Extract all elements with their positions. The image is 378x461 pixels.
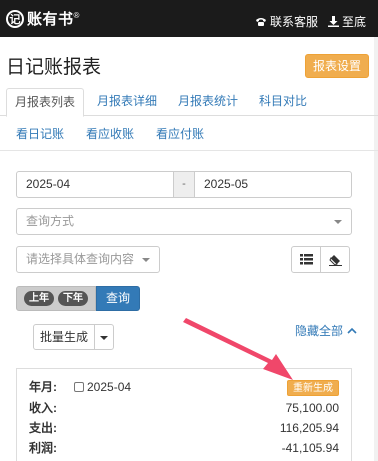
view-receivable-link[interactable]: 看应收账 — [86, 122, 134, 146]
tab-monthly-stats[interactable]: 月报表统计 — [170, 88, 246, 116]
select-month-checkbox[interactable] — [74, 382, 84, 392]
logo-mark-icon: 记 — [6, 9, 24, 28]
expense-label: 支出: — [29, 421, 57, 435]
income-label: 收入: — [29, 401, 57, 415]
chevron-down-icon — [334, 220, 342, 224]
tab-subject-compare[interactable]: 科目对比 — [251, 88, 315, 116]
profit-label: 利润: — [29, 441, 57, 455]
month-value: 2025-04 — [87, 380, 132, 394]
profit-row: 利润: -41,105.94 — [29, 440, 339, 457]
batch-generate-dropdown[interactable] — [94, 324, 114, 350]
year-switch-group: 上年 下年 — [16, 286, 96, 311]
query-detail-select[interactable]: 请选择具体查询内容 — [16, 246, 160, 273]
contact-support-link[interactable]: 联系客服 — [255, 13, 318, 30]
hide-all-label: 隐藏全部 — [295, 324, 344, 338]
income-value: 75,100.00 — [285, 401, 339, 415]
query-detail-placeholder: 请选择具体查询内容 — [26, 252, 135, 266]
sub-tab-bar: 看日记账 看应收账 看应付账 — [0, 122, 378, 146]
batch-generate-button[interactable]: 批量生成 — [33, 324, 95, 350]
date-range-picker: 2025-04 - 2025-05 — [16, 171, 352, 198]
report-month-row: 年月: 2025-04 重新生成 — [29, 379, 339, 396]
top-navbar: 记 账有书® 联系客服 至底 — [0, 0, 378, 37]
list-view-button[interactable] — [291, 246, 321, 273]
scroll-bottom-label: 至底 — [341, 15, 366, 29]
list-icon — [299, 254, 313, 265]
hide-all-toggle[interactable]: 隐藏全部 — [295, 322, 357, 339]
date-from-input[interactable]: 2025-04 — [17, 172, 173, 197]
tab-monthly-list[interactable]: 月报表列表 — [6, 88, 85, 117]
logo-text: 账有书 — [27, 11, 74, 28]
expense-value: 116,205.94 — [279, 421, 339, 435]
chevron-down-icon — [142, 258, 150, 262]
phone-icon — [255, 18, 266, 26]
page-title: 日记账报表 — [6, 57, 102, 78]
query-method-select[interactable]: 查询方式 — [16, 208, 352, 235]
query-button[interactable]: 查询 — [96, 286, 140, 311]
download-icon — [327, 16, 339, 27]
regenerate-button[interactable]: 重新生成 — [287, 380, 339, 396]
eraser-icon — [328, 254, 342, 266]
income-row: 收入: 75,100.00 — [29, 400, 339, 417]
monthly-report-card: 年月: 2025-04 重新生成 收入: 75,100.00 支出: 116,2… — [16, 368, 352, 461]
view-journal-link[interactable]: 看日记账 — [16, 122, 64, 146]
previous-year-button[interactable]: 上年 — [24, 291, 54, 306]
tab-bar: 月报表列表 月报表详细 月报表统计 科目对比 — [0, 88, 378, 117]
section-divider — [0, 150, 378, 151]
query-method-placeholder: 查询方式 — [26, 214, 75, 228]
month-label: 年月: — [29, 380, 57, 394]
scroll-bottom-link[interactable]: 至底 — [327, 13, 366, 30]
chevron-down-icon — [100, 336, 108, 340]
profit-value: -41,105.94 — [281, 441, 339, 455]
view-payable-link[interactable]: 看应付账 — [156, 122, 204, 146]
tab-monthly-detail[interactable]: 月报表详细 — [89, 88, 165, 116]
date-to-input[interactable]: 2025-05 — [195, 172, 351, 197]
next-year-button[interactable]: 下年 — [58, 291, 88, 306]
contact-support-label: 联系客服 — [269, 15, 318, 29]
chevron-up-icon — [347, 327, 357, 334]
registered-mark: ® — [73, 11, 80, 20]
clear-button[interactable] — [320, 246, 350, 273]
date-range-separator: - — [173, 172, 195, 197]
brand-logo[interactable]: 记 账有书® — [6, 8, 80, 29]
report-settings-button[interactable]: 报表设置 — [305, 54, 369, 78]
expense-row: 支出: 116,205.94 — [29, 420, 339, 437]
